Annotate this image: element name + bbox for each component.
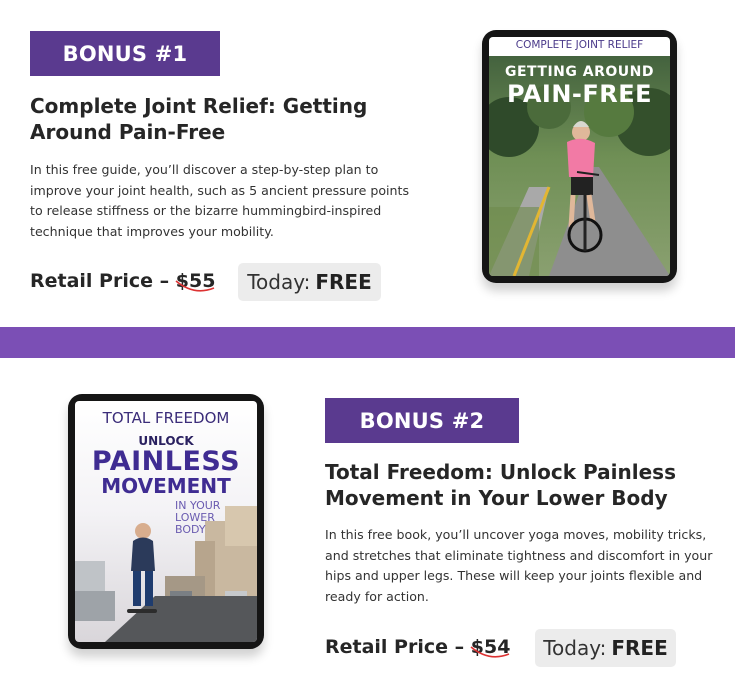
bonus-2-description: In this free book, you’ll uncover yoga m… [325, 527, 713, 604]
old-price: $54 [470, 636, 511, 658]
bonus-1-retail-price: Retail Price – $55 [30, 270, 215, 292]
bonus-1-description: In this free guide, you’ll discover a st… [30, 162, 410, 239]
section-divider [0, 327, 735, 358]
bonus-1-cover-line3: PAIN-FREE [506, 80, 653, 108]
bonus-2-retail-price: Retail Price – $54 [325, 636, 510, 658]
old-price: $55 [175, 270, 216, 292]
bonus-2-cover-line4: MOVEMENT [101, 474, 231, 498]
bonus-1-title: Complete Joint Relief: Getting Around Pa… [30, 94, 368, 144]
bonus-1-cover-screen: COMPLETE JOINT RELIEF GETTING AROUND PAI… [489, 37, 670, 276]
bonus-2-cover-line3: PAINLESS [91, 446, 241, 477]
retail-price-label: Retail Price – [30, 270, 176, 292]
bonus-1-cover-top-line: COMPLETE JOINT RELIEF [515, 39, 644, 51]
bonus-1-today-price: Today: FREE [238, 263, 381, 301]
bonus-2-badge: BONUS #2 [325, 398, 519, 443]
bonus-2-cover-subtitle: IN YOUR LOWER BODY [175, 499, 221, 536]
bonus-2-tablet-cover: TOTAL FREEDOM UNLOCK PAINLESS MOVEMENT I… [68, 394, 264, 649]
bonus-1-section: BONUS #1 Complete Joint Relief: Getting … [0, 0, 735, 327]
bonus-2-today-price: Today: FREE [535, 629, 676, 667]
bonus-2-cover-top-line: TOTAL FREEDOM [102, 409, 230, 427]
bonus-2-section: TOTAL FREEDOM UNLOCK PAINLESS MOVEMENT I… [0, 358, 735, 693]
bonus-1-tablet-cover: COMPLETE JOINT RELIEF GETTING AROUND PAI… [482, 30, 677, 283]
bonus-2-title: Total Freedom: Unlock Painless Movement … [325, 460, 676, 510]
bonus-1-cover-line2: GETTING AROUND [505, 64, 654, 80]
bonus-2-cover-screen: TOTAL FREEDOM UNLOCK PAINLESS MOVEMENT I… [75, 401, 257, 642]
retail-price-label: Retail Price – [325, 636, 471, 658]
bonus-1-badge: BONUS #1 [30, 31, 220, 76]
